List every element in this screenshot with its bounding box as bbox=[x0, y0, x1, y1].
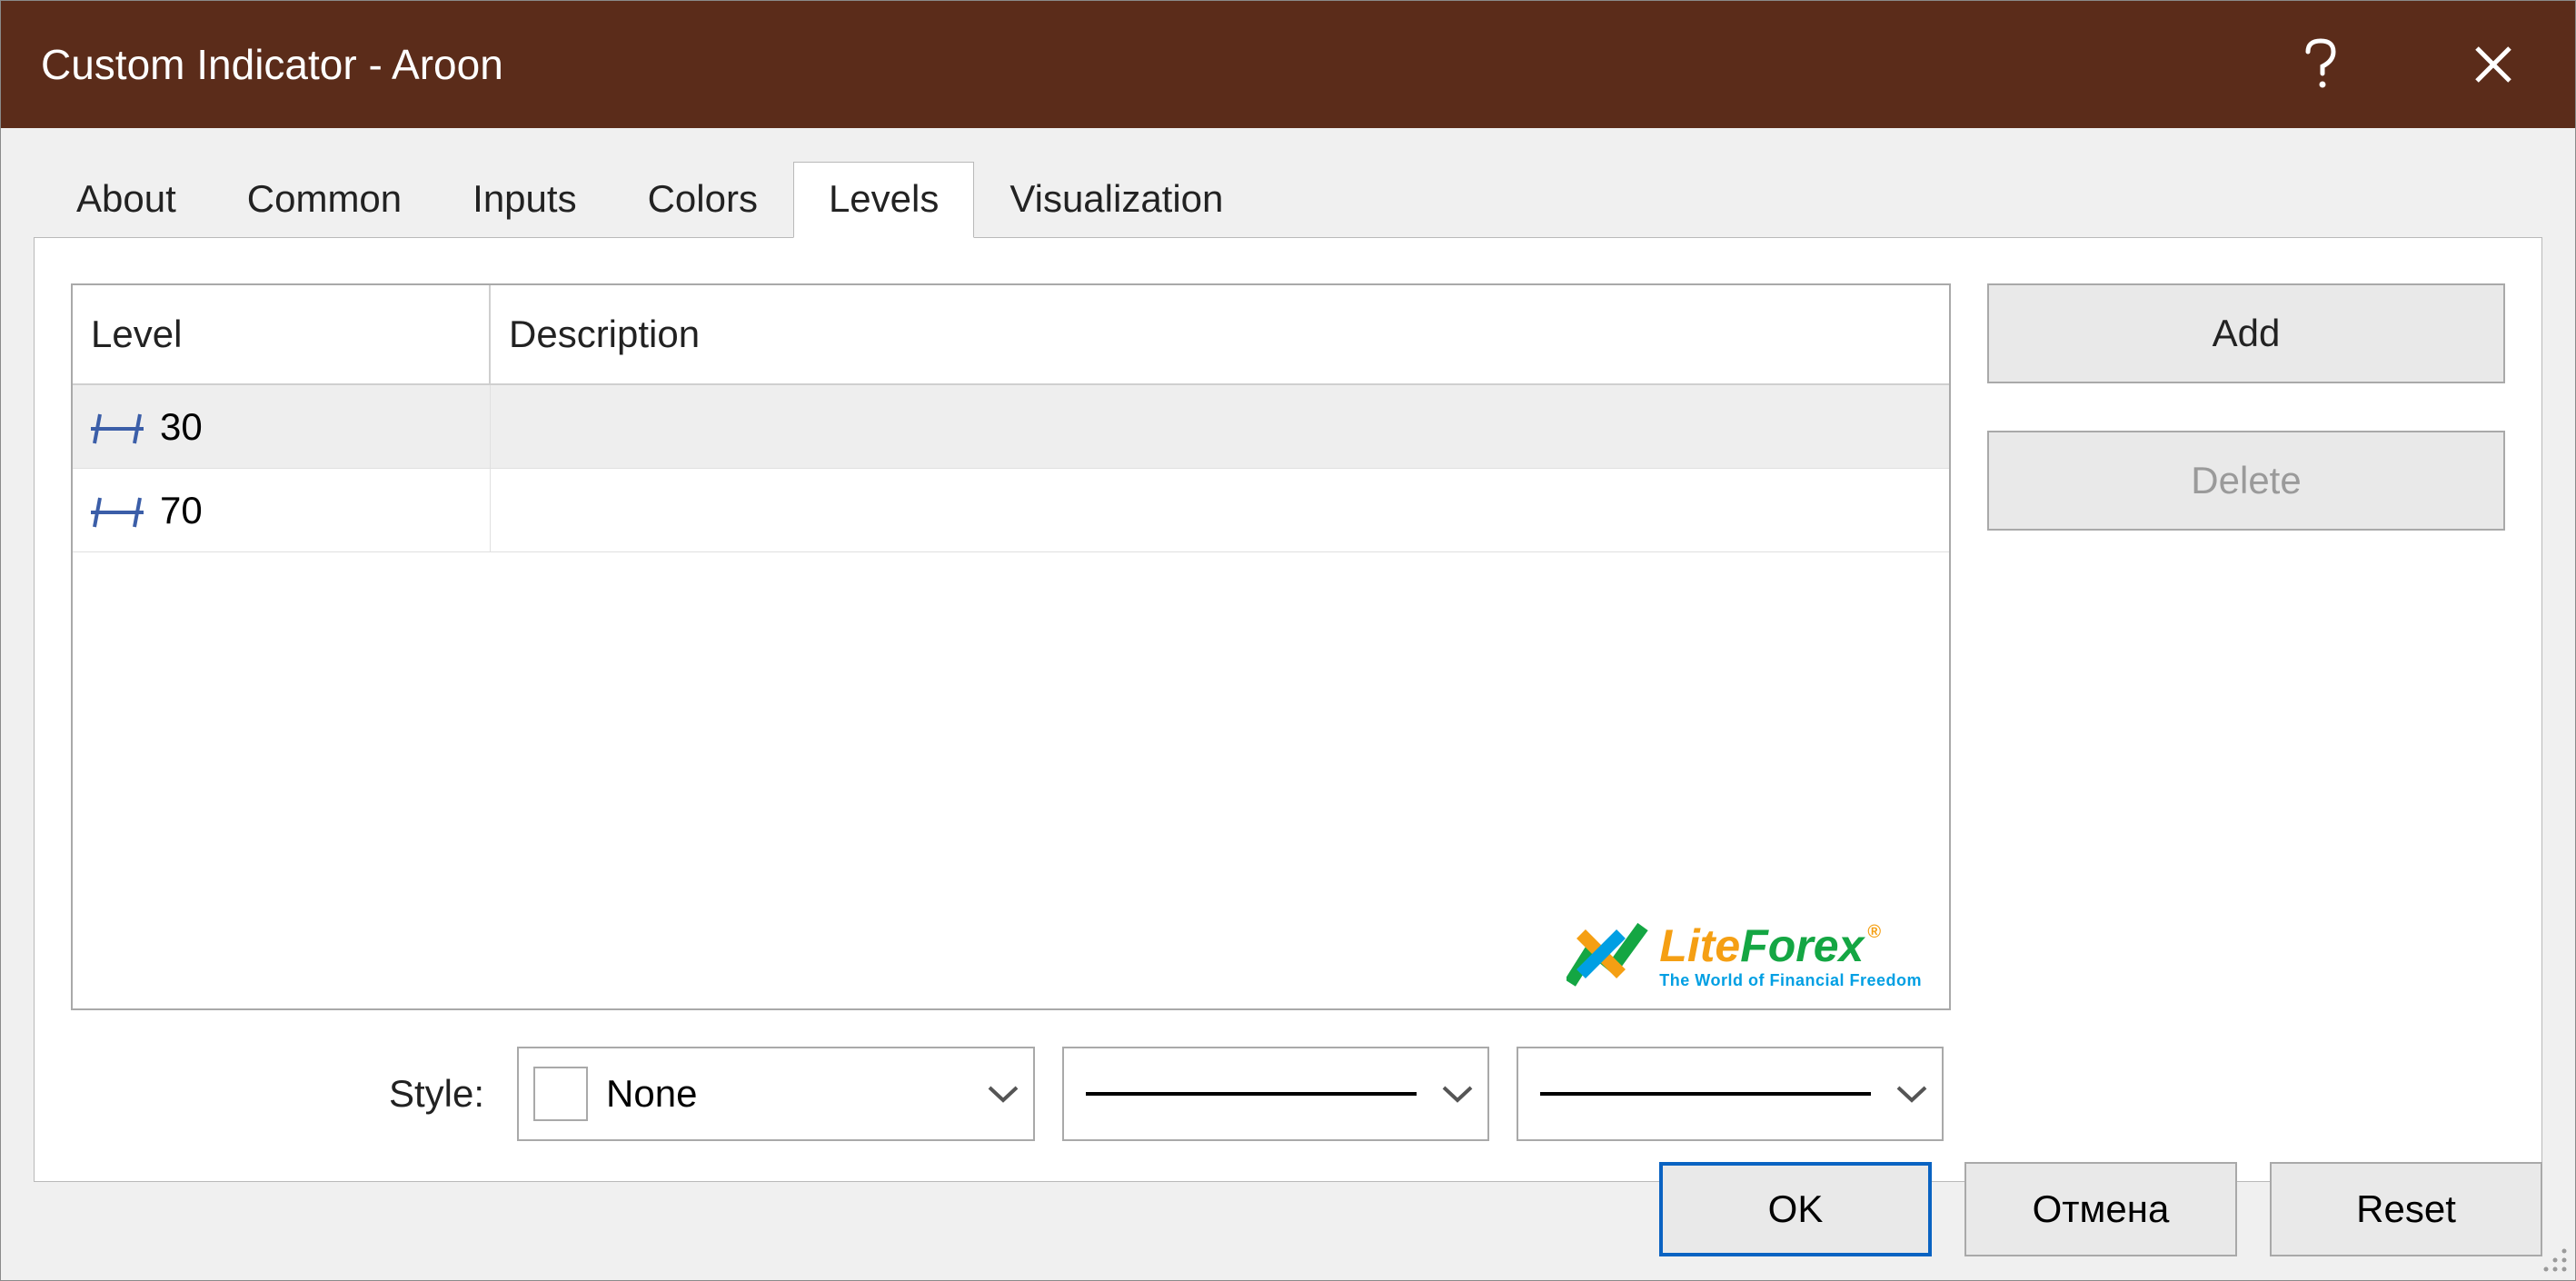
grid-body: 30 bbox=[73, 385, 1949, 1008]
level-line-icon bbox=[91, 494, 144, 527]
tabstrip: About Common Inputs Colors Levels Visual… bbox=[34, 161, 2542, 237]
ok-button[interactable]: OK bbox=[1659, 1162, 1932, 1256]
color-swatch bbox=[533, 1067, 588, 1121]
titlebar: Custom Indicator - Aroon bbox=[1, 1, 2575, 128]
line-style-sample bbox=[1086, 1092, 1417, 1096]
tab-common[interactable]: Common bbox=[212, 162, 437, 238]
side-buttons: Add Delete bbox=[1987, 283, 2505, 1010]
grid-header-description[interactable]: Description bbox=[491, 285, 1949, 383]
grid-header: Level Description bbox=[73, 285, 1949, 385]
grid-header-level[interactable]: Level bbox=[73, 285, 491, 383]
chevron-down-icon bbox=[1442, 1084, 1473, 1104]
dialog-footer: OK Отмена Reset bbox=[1659, 1162, 2542, 1256]
chevron-down-icon bbox=[988, 1084, 1019, 1104]
window-title: Custom Indicator - Aroon bbox=[41, 40, 2266, 89]
table-row[interactable]: 70 bbox=[73, 469, 1949, 552]
help-button[interactable] bbox=[2275, 19, 2366, 110]
style-linestyle-combo[interactable] bbox=[1062, 1047, 1489, 1141]
tabpanel-levels: Level Description bbox=[34, 237, 2542, 1182]
close-button[interactable] bbox=[2448, 19, 2539, 110]
grid-cell-level: 30 bbox=[160, 405, 203, 449]
table-row[interactable]: 30 bbox=[73, 385, 1949, 469]
style-label: Style: bbox=[389, 1072, 484, 1116]
style-color-name: None bbox=[606, 1072, 697, 1116]
tab-visualization[interactable]: Visualization bbox=[974, 162, 1258, 238]
tab-about[interactable]: About bbox=[41, 162, 212, 238]
level-line-icon bbox=[91, 411, 144, 443]
delete-button[interactable]: Delete bbox=[1987, 431, 2505, 531]
line-width-sample bbox=[1540, 1092, 1871, 1096]
tab-colors[interactable]: Colors bbox=[612, 162, 793, 238]
levels-grid[interactable]: Level Description bbox=[71, 283, 1951, 1010]
tab-levels[interactable]: Levels bbox=[793, 162, 974, 238]
style-color-combo[interactable]: None bbox=[517, 1047, 1035, 1141]
client-area: About Common Inputs Colors Levels Visual… bbox=[1, 128, 2575, 1280]
cancel-button[interactable]: Отмена bbox=[1964, 1162, 2237, 1256]
help-icon bbox=[2302, 37, 2339, 92]
tab-inputs[interactable]: Inputs bbox=[437, 162, 612, 238]
close-icon bbox=[2473, 45, 2513, 84]
dialog-window: Custom Indicator - Aroon About Common In… bbox=[0, 0, 2576, 1281]
resize-grip[interactable] bbox=[2537, 1242, 2570, 1275]
style-row: Style: None bbox=[71, 1047, 2505, 1141]
reset-button[interactable]: Reset bbox=[2270, 1162, 2542, 1256]
add-button[interactable]: Add bbox=[1987, 283, 2505, 383]
style-linewidth-combo[interactable] bbox=[1517, 1047, 1944, 1141]
chevron-down-icon bbox=[1896, 1084, 1927, 1104]
grid-cell-level: 70 bbox=[160, 489, 203, 532]
resize-grip-icon bbox=[2537, 1242, 2570, 1275]
